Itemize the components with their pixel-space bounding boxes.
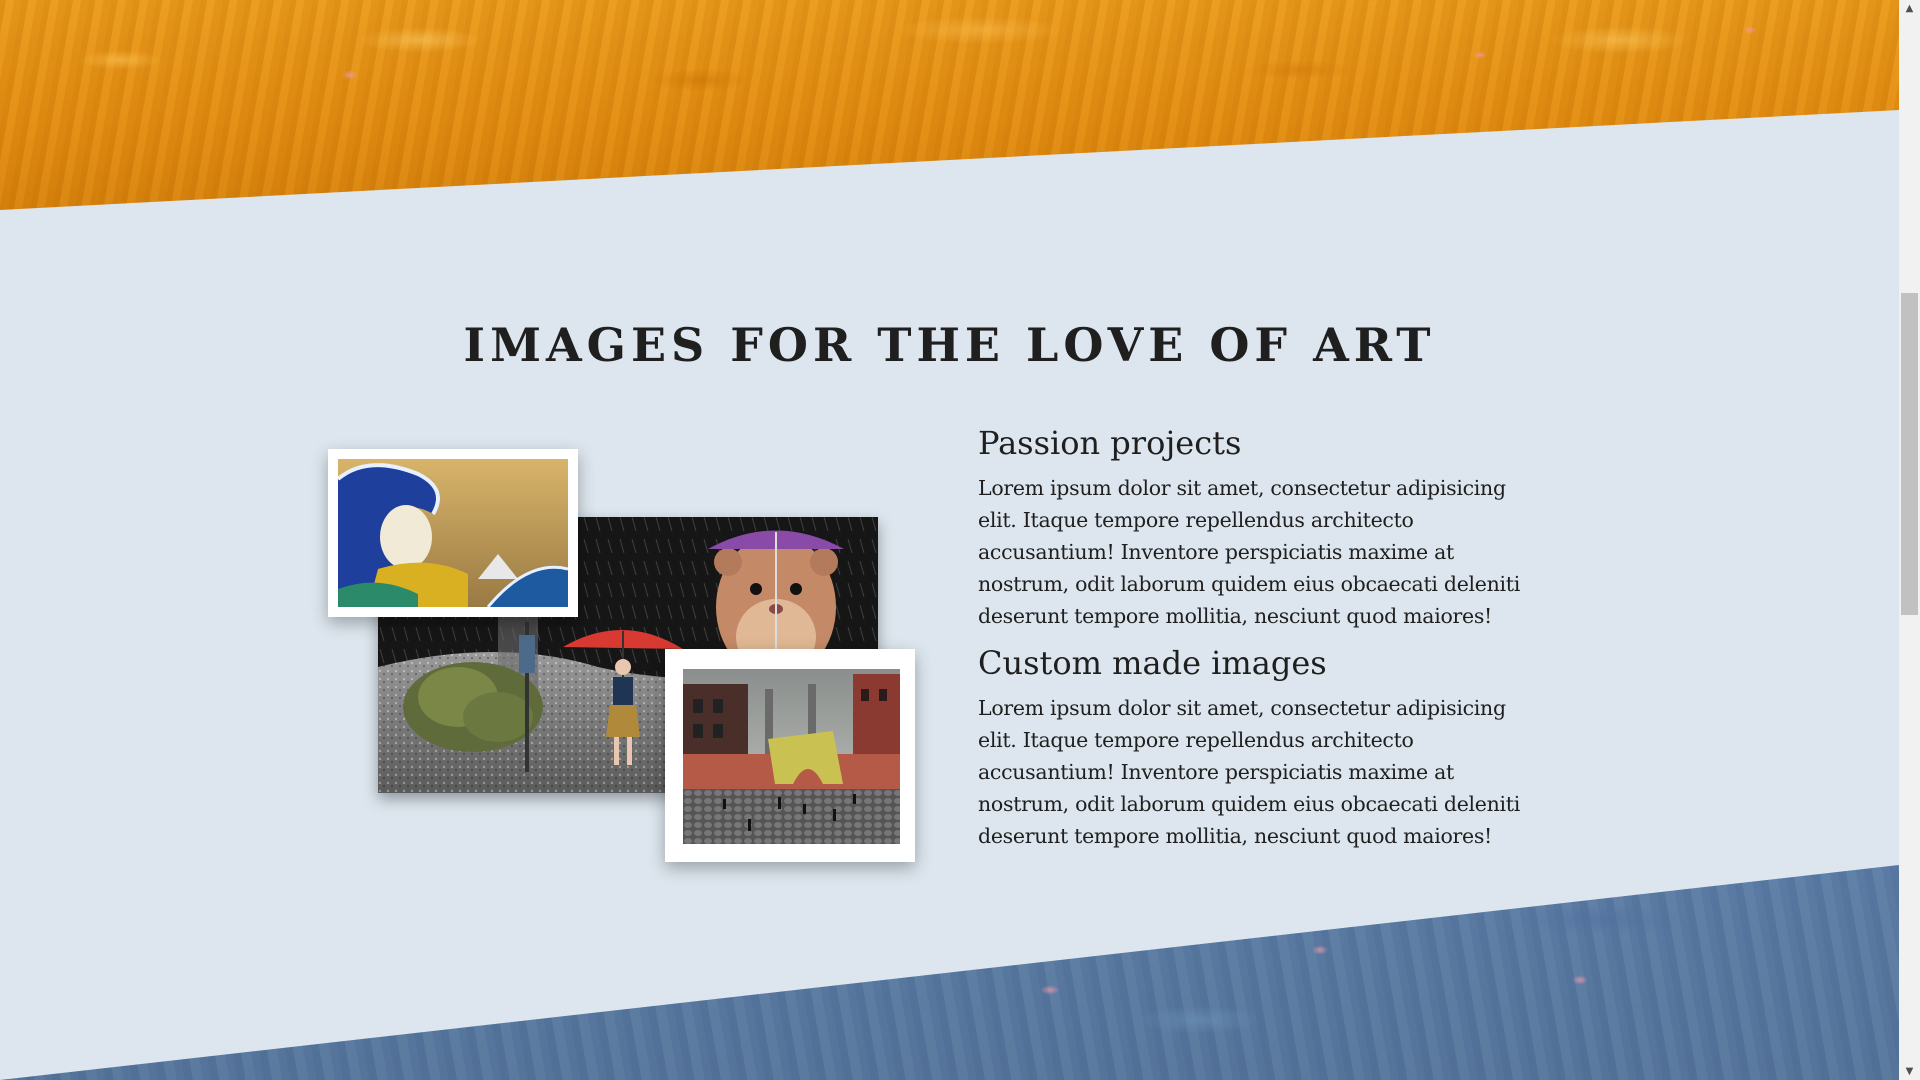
wave-scene-graphic: [338, 459, 568, 607]
section-title: IMAGES FOR THE LOVE OF ART: [463, 318, 1436, 372]
wave-artwork-frame: [338, 459, 568, 607]
scrollbar-thumb[interactable]: [1901, 293, 1918, 615]
features-column: Passion projects Lorem ipsum dolor sit a…: [978, 420, 1538, 860]
page-viewport: IMAGES FOR THE LOVE OF ART Passion proje…: [0, 0, 1899, 1080]
top-painted-band: [0, 0, 1899, 210]
wave-artwork-image[interactable]: [328, 449, 578, 617]
feature-body: Lorem ipsum dolor sit amet, consectetur …: [978, 476, 1520, 628]
bottom-painted-band: [0, 865, 1899, 1080]
feature-passion: Passion projects Lorem ipsum dolor sit a…: [978, 420, 1538, 632]
city-scene-graphic: [683, 669, 900, 844]
city-gate-frame: [683, 669, 900, 844]
chevron-down-icon[interactable]: ▼: [1899, 1063, 1920, 1080]
chevron-up-icon[interactable]: ▲: [1899, 0, 1920, 17]
feature-custom: Custom made images Lorem ipsum dolor sit…: [978, 640, 1538, 852]
feature-heading: Passion projects: [978, 424, 1242, 462]
vertical-scrollbar[interactable]: ▲ ▼: [1899, 0, 1920, 1080]
feature-body: Lorem ipsum dolor sit amet, consectetur …: [978, 696, 1520, 848]
city-gate-image[interactable]: [665, 649, 915, 862]
feature-heading: Custom made images: [978, 644, 1327, 682]
